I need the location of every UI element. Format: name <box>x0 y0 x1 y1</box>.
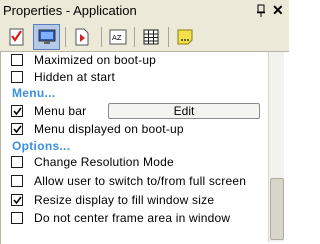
checklist-icon[interactable] <box>3 24 30 50</box>
menu-bar-checkbox[interactable] <box>11 105 23 117</box>
window-title: Properties - Application <box>3 3 137 18</box>
option-hidden[interactable]: Hidden at start <box>11 69 264 85</box>
change-resolution-label: Change Resolution Mode <box>34 155 174 169</box>
scrollbar-thumb[interactable] <box>270 178 284 240</box>
menu-bar-label: Menu bar <box>34 104 87 118</box>
maximized-checkbox[interactable] <box>11 54 23 66</box>
toolbar-separator <box>65 27 66 47</box>
allow-switch-label: Allow user to switch to/from full screen <box>34 174 247 188</box>
option-no-center[interactable]: Do not center frame area in window <box>11 210 264 226</box>
document-play-icon[interactable] <box>68 24 95 50</box>
option-menu-bar[interactable]: Menu bar Edit <box>11 103 264 119</box>
option-change-resolution[interactable]: Change Resolution Mode <box>11 154 264 170</box>
title-bar: Properties - Application ✕ <box>0 0 289 22</box>
menu-boot-label: Menu displayed on boot-up <box>34 122 184 136</box>
toolbar-separator <box>101 27 102 47</box>
toolbar-separator <box>168 27 169 47</box>
az-sort-icon[interactable]: AZ <box>104 24 131 50</box>
edit-button[interactable]: Edit <box>108 103 260 119</box>
option-allow-switch[interactable]: Allow user to switch to/from full screen <box>11 173 264 189</box>
hidden-checkbox[interactable] <box>11 71 23 83</box>
resize-display-label: Resize display to fill window size <box>34 193 215 207</box>
option-menu-boot[interactable]: Menu displayed on boot-up <box>11 121 264 137</box>
no-center-label: Do not center frame area in window <box>34 211 231 225</box>
table-grid-icon[interactable] <box>137 24 164 50</box>
pin-icon[interactable] <box>255 4 267 18</box>
no-center-checkbox[interactable] <box>11 212 23 224</box>
close-icon[interactable]: ✕ <box>272 2 284 18</box>
resize-display-checkbox[interactable] <box>11 194 23 206</box>
option-resize-display[interactable]: Resize display to fill window size <box>11 192 264 208</box>
options-section-header: Options... <box>12 139 71 153</box>
menu-section-header: Menu... <box>12 86 56 100</box>
properties-panel: Maximized on boot-up Hidden at start Men… <box>0 52 289 244</box>
note-icon[interactable] <box>171 24 198 50</box>
toolbar-separator <box>134 27 135 47</box>
option-maximized[interactable]: Maximized on boot-up <box>11 52 264 68</box>
svg-text:AZ: AZ <box>112 34 122 42</box>
hidden-label: Hidden at start <box>34 70 116 84</box>
toolbar: AZ <box>0 22 289 52</box>
vertical-scrollbar[interactable] <box>268 52 284 242</box>
maximized-label: Maximized on boot-up <box>34 53 157 67</box>
menu-boot-checkbox[interactable] <box>11 123 23 135</box>
change-resolution-checkbox[interactable] <box>11 156 23 168</box>
allow-switch-checkbox[interactable] <box>11 175 23 187</box>
monitor-icon[interactable] <box>33 24 60 50</box>
